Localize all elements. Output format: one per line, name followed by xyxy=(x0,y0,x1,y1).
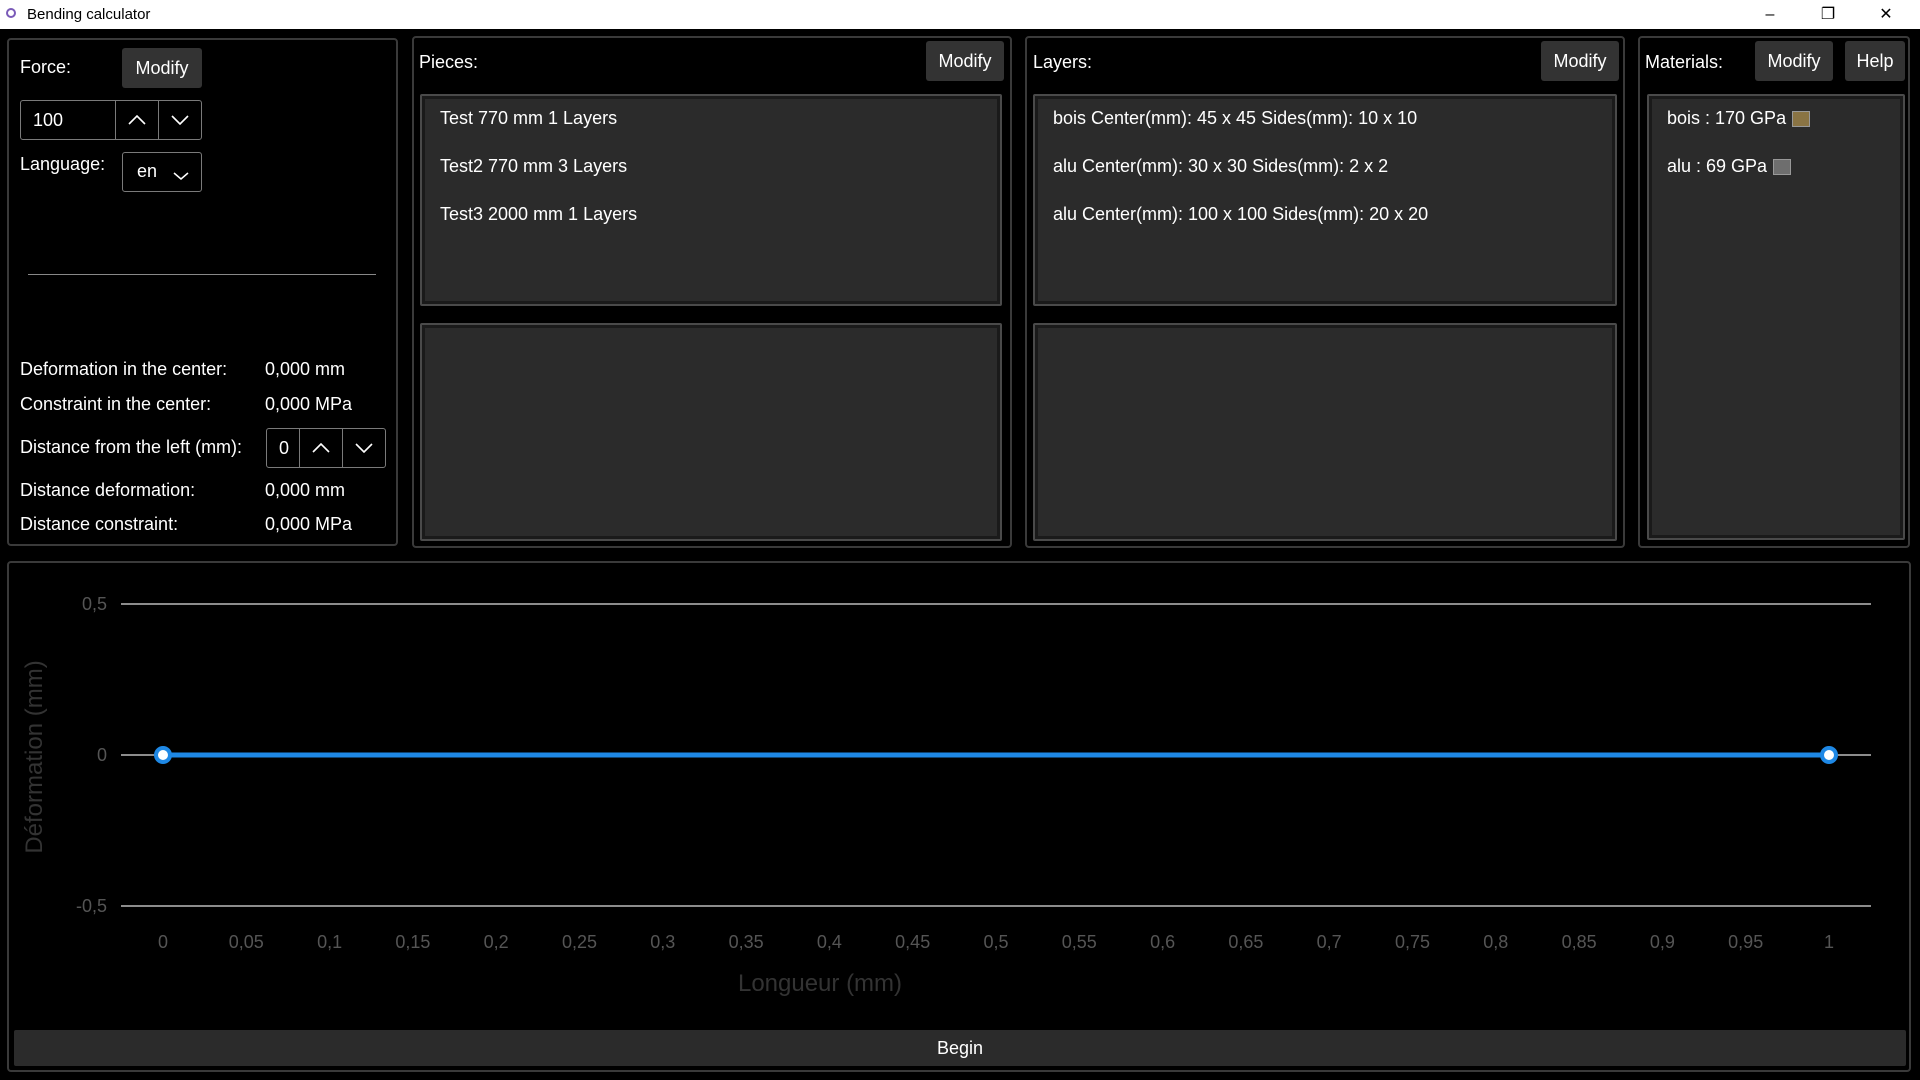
pieces-list[interactable]: Test 770 mm 1 Layers Test2 770 mm 3 Laye… xyxy=(420,94,1002,306)
materials-list[interactable]: bois : 170 GPa alu : 69 GPa xyxy=(1647,94,1905,540)
chevron-down-icon[interactable] xyxy=(342,429,385,467)
materials-label: Materials: xyxy=(1645,52,1724,72)
chevron-up-icon[interactable] xyxy=(299,429,342,467)
list-item[interactable]: Test3 2000 mm 1 Layers xyxy=(440,204,637,225)
divider xyxy=(28,274,376,275)
chevron-down-icon xyxy=(173,165,189,186)
material-color-swatch xyxy=(1792,111,1811,128)
chevron-down-icon[interactable] xyxy=(158,101,201,139)
title-bar: Bending calculator – ❐ ✕ xyxy=(0,0,1920,29)
deformation-center-label: Deformation in the center: xyxy=(20,359,228,379)
layers-list[interactable]: bois Center(mm): 45 x 45 Sides(mm): 10 x… xyxy=(1033,94,1617,306)
distance-value[interactable]: 0 xyxy=(267,429,299,467)
layers-modify-button[interactable]: Modify xyxy=(1541,41,1619,81)
list-item[interactable]: alu Center(mm): 30 x 30 Sides(mm): 2 x 2 xyxy=(1053,156,1388,177)
language-label: Language: xyxy=(20,154,106,174)
list-item[interactable]: alu Center(mm): 100 x 100 Sides(mm): 20 … xyxy=(1053,204,1428,225)
force-panel: Force: Modify 100 Language: en Deformati… xyxy=(7,38,398,546)
material-label: alu : 69 GPa xyxy=(1667,156,1768,176)
list-item[interactable]: alu : 69 GPa xyxy=(1667,156,1792,177)
app-icon xyxy=(6,8,16,18)
chart-panel xyxy=(7,561,1911,1072)
material-color-swatch xyxy=(1773,159,1792,176)
force-modify-button[interactable]: Modify xyxy=(122,48,202,88)
minimize-button[interactable]: – xyxy=(1741,0,1799,29)
maximize-button[interactable]: ❐ xyxy=(1799,0,1857,29)
force-value[interactable]: 100 xyxy=(21,101,115,139)
material-label: bois : 170 GPa xyxy=(1667,108,1787,128)
language-select[interactable]: en xyxy=(122,152,202,192)
chevron-up-icon[interactable] xyxy=(115,101,158,139)
pieces-panel: Pieces: Modify Test 770 mm 1 Layers Test… xyxy=(412,36,1012,548)
layers-label: Layers: xyxy=(1033,52,1093,72)
constraint-center-value: 0,000 MPa xyxy=(265,394,353,414)
help-button[interactable]: Help xyxy=(1845,41,1905,81)
layers-panel: Layers: Modify bois Center(mm): 45 x 45 … xyxy=(1025,36,1625,548)
distance-spinbox[interactable]: 0 xyxy=(266,428,386,468)
distance-deformation-label: Distance deformation: xyxy=(20,480,196,500)
list-item[interactable]: Test2 770 mm 3 Layers xyxy=(440,156,627,177)
materials-modify-button[interactable]: Modify xyxy=(1755,41,1833,81)
piece-preview xyxy=(420,323,1002,541)
pieces-modify-button[interactable]: Modify xyxy=(926,41,1004,81)
distance-constraint-value: 0,000 MPa xyxy=(265,514,353,534)
layer-preview xyxy=(1033,323,1617,541)
constraint-center-label: Constraint in the center: xyxy=(20,394,212,414)
force-spinbox[interactable]: 100 xyxy=(20,100,202,140)
list-item[interactable]: Test 770 mm 1 Layers xyxy=(440,108,617,129)
list-item[interactable]: bois Center(mm): 45 x 45 Sides(mm): 10 x… xyxy=(1053,108,1417,129)
language-value: en xyxy=(137,161,158,181)
begin-button[interactable]: Begin xyxy=(14,1030,1906,1066)
distance-constraint-label: Distance constraint: xyxy=(20,514,179,534)
list-item[interactable]: bois : 170 GPa xyxy=(1667,108,1811,129)
distance-label: Distance from the left (mm): xyxy=(20,437,243,457)
force-label: Force: xyxy=(20,57,72,77)
materials-panel: Materials: Modify Help bois : 170 GPa al… xyxy=(1638,36,1910,548)
pieces-label: Pieces: xyxy=(419,52,479,72)
deformation-center-value: 0,000 mm xyxy=(265,359,346,379)
close-button[interactable]: ✕ xyxy=(1857,0,1915,29)
window-title: Bending calculator xyxy=(27,6,151,23)
distance-deformation-value: 0,000 mm xyxy=(265,480,346,500)
